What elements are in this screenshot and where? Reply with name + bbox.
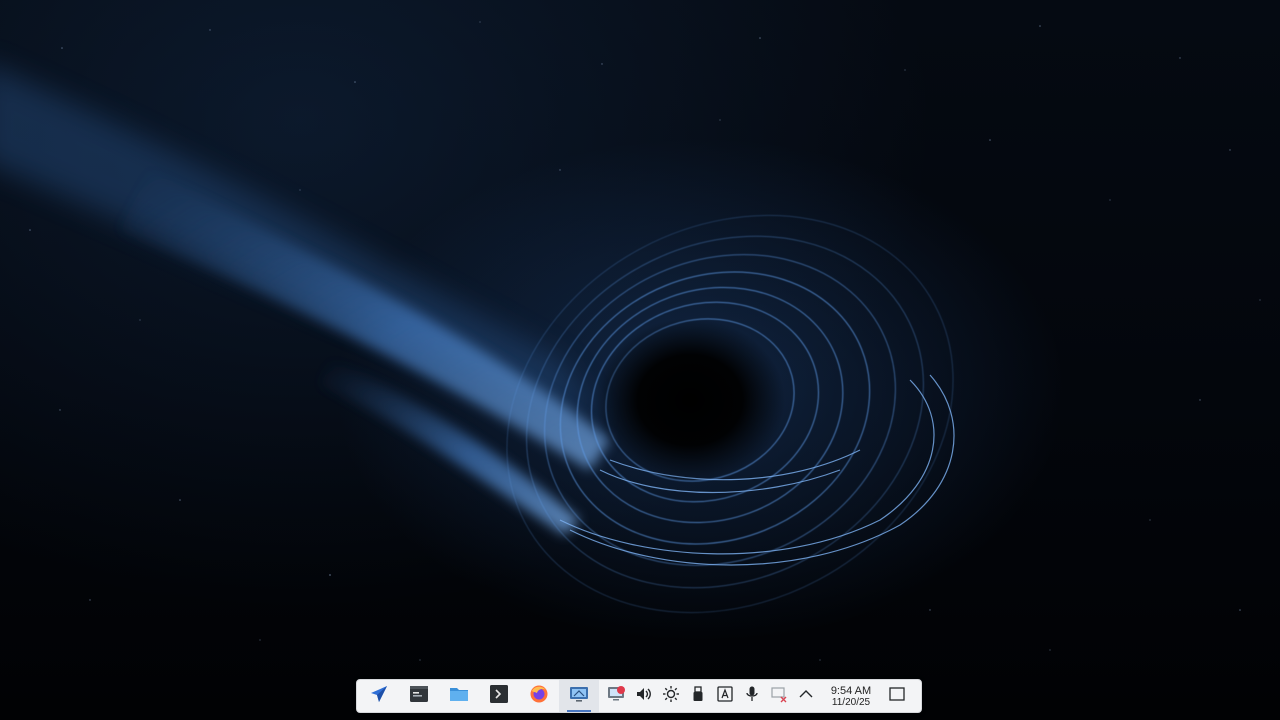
taskbar-firefox-button[interactable] <box>519 680 559 712</box>
brightness-icon <box>662 685 680 708</box>
chevron-up-icon <box>798 686 814 707</box>
taskbar: 9:54 AM 11/20/25 <box>356 679 922 713</box>
window-app-icon <box>409 684 429 709</box>
keyboard-layout-icon <box>716 685 734 708</box>
taskbar-terminal-button[interactable] <box>479 680 519 712</box>
taskbar-app-window[interactable] <box>399 680 439 712</box>
microphone-icon <box>743 685 761 708</box>
folder-icon <box>449 684 469 709</box>
show-desktop-icon <box>888 685 906 708</box>
clock[interactable]: 9:54 AM 11/20/25 <box>819 680 883 712</box>
firefox-icon <box>529 684 549 709</box>
tray-input-method[interactable] <box>711 680 738 712</box>
show-desktop-button[interactable] <box>883 680 910 712</box>
clock-time: 9:54 AM <box>830 684 872 697</box>
network-disconnected-icon <box>770 685 788 708</box>
tray-volume[interactable] <box>630 680 657 712</box>
tray-network[interactable] <box>765 680 792 712</box>
terminal-icon <box>489 684 509 709</box>
tray-expand-button[interactable] <box>792 680 819 712</box>
desktop: 9:54 AM 11/20/25 <box>0 0 1280 720</box>
vortex-center <box>595 318 785 482</box>
tray-brightness[interactable] <box>657 680 684 712</box>
tray-microphone[interactable] <box>738 680 765 712</box>
tray-screen-share[interactable] <box>603 680 630 712</box>
tray-usb-device[interactable] <box>684 680 711 712</box>
screen-share-icon <box>607 685 627 708</box>
wallpaper <box>0 21 1261 661</box>
clock-date: 11/20/25 <box>831 696 871 708</box>
paper-plane-icon <box>369 684 389 709</box>
taskbar-files-button[interactable] <box>439 680 479 712</box>
taskbar-active-window[interactable] <box>559 680 599 712</box>
speaker-icon <box>635 685 653 708</box>
desktop-viewer-icon <box>569 684 589 709</box>
app-launcher-button[interactable] <box>359 680 399 712</box>
usb-drive-icon <box>689 685 707 708</box>
